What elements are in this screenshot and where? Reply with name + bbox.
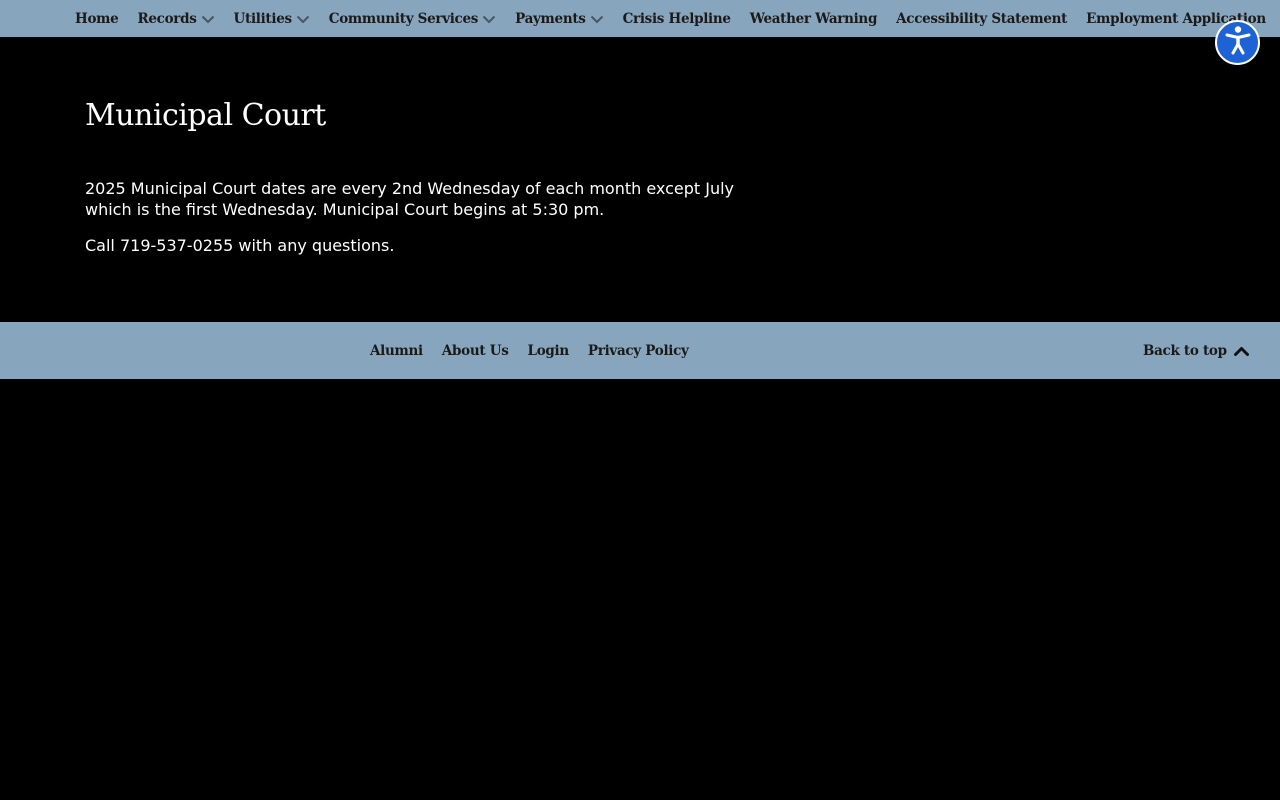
court-dates-paragraph: 2025 Municipal Court dates are every 2nd… bbox=[85, 179, 735, 219]
chevron-down-icon bbox=[590, 14, 604, 24]
nav-item-payments[interactable]: Payments bbox=[515, 11, 604, 27]
footer-links: Alumni About Us Login Privacy Policy bbox=[370, 322, 708, 379]
contact-paragraph: Call 719-537-0255 with any questions. bbox=[85, 236, 395, 255]
back-to-top-button[interactable]: Back to top bbox=[1143, 322, 1249, 379]
footer-link-privacy-policy[interactable]: Privacy Policy bbox=[588, 343, 689, 359]
chevron-down-icon bbox=[201, 14, 215, 24]
nav-item-label: Crisis Helpline bbox=[622, 10, 731, 27]
nav-item-utilities[interactable]: Utilities bbox=[234, 11, 310, 27]
chevron-up-icon bbox=[1233, 345, 1249, 356]
nav-item-accessibility-statement[interactable]: Accessibility Statement bbox=[896, 11, 1067, 27]
nav-item-community-services[interactable]: Community Services bbox=[329, 11, 496, 27]
back-to-top-label: Back to top bbox=[1143, 342, 1227, 359]
top-navigation: Home Records Utilities Community Service… bbox=[0, 0, 1280, 37]
nav-item-label: Utilities bbox=[233, 10, 293, 27]
nav-item-label: Accessibility Statement bbox=[896, 10, 1068, 27]
footer-link-alumni[interactable]: Alumni bbox=[370, 343, 423, 359]
chevron-down-icon bbox=[482, 14, 496, 24]
nav-item-label: Records bbox=[137, 10, 197, 27]
footer: Alumni About Us Login Privacy Policy Bac… bbox=[0, 322, 1280, 379]
nav-item-label: Community Services bbox=[328, 10, 479, 27]
footer-link-login[interactable]: Login bbox=[528, 343, 570, 359]
nav-item-label: Weather Warning bbox=[749, 10, 878, 27]
page-title: Municipal Court bbox=[85, 98, 326, 133]
chevron-down-icon bbox=[296, 14, 310, 24]
nav-item-records[interactable]: Records bbox=[137, 11, 214, 27]
accessibility-button[interactable] bbox=[1215, 20, 1260, 65]
nav-item-weather-warning[interactable]: Weather Warning bbox=[749, 10, 878, 27]
footer-link-about-us[interactable]: About Us bbox=[442, 343, 509, 359]
main-content: Municipal Court 2025 Municipal Court dat… bbox=[85, 37, 785, 256]
nav-item-label: Home bbox=[75, 10, 119, 27]
nav-item-crisis-helpline[interactable]: Crisis Helpline bbox=[623, 11, 731, 27]
nav-item-home[interactable]: Home bbox=[75, 10, 119, 27]
nav-item-label: Payments bbox=[515, 10, 586, 27]
accessibility-icon bbox=[1224, 25, 1252, 60]
